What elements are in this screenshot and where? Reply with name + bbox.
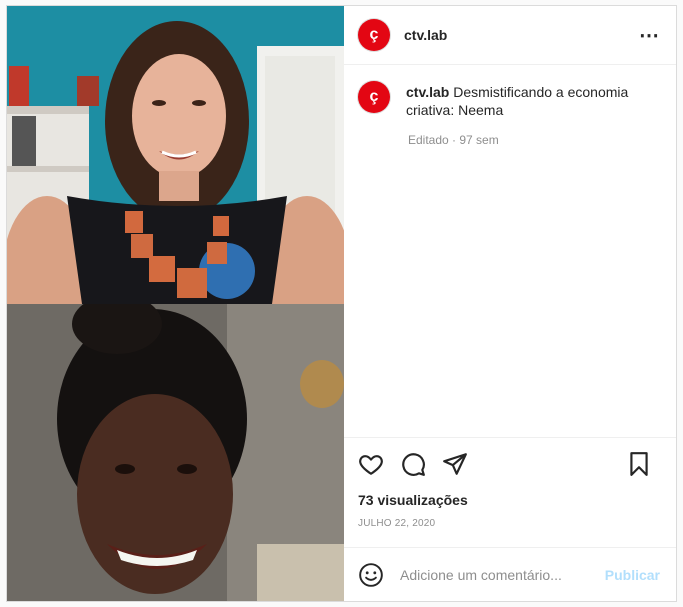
paper-plane-icon[interactable] [442, 451, 468, 477]
caption-meta: Editado · 97 sem [408, 133, 499, 147]
publish-button[interactable]: Publicar [605, 567, 660, 583]
more-options-icon[interactable]: ⋯ [639, 23, 660, 48]
bookmark-icon[interactable] [626, 451, 652, 477]
heart-icon[interactable] [358, 451, 384, 477]
post-date[interactable]: JULHO 22, 2020 [358, 518, 660, 529]
post-header: ç ctv.lab ⋯ [344, 6, 676, 65]
comment-bar: Publicar [344, 547, 676, 601]
caption-area: ç ctv.lab Desmistificando a economia cri… [344, 65, 676, 437]
post-video[interactable] [7, 6, 344, 601]
video-participant-bottom [7, 304, 344, 601]
emoji-icon[interactable] [358, 562, 384, 588]
comment-icon[interactable] [400, 451, 426, 477]
caption-username[interactable]: ctv.lab [406, 84, 449, 100]
author-username[interactable]: ctv.lab [404, 27, 639, 43]
author-avatar[interactable]: ç [358, 19, 390, 51]
action-bar [358, 438, 660, 490]
video-participant-top [7, 6, 344, 304]
comment-input[interactable] [398, 565, 605, 584]
caption: ctv.lab Desmistificando a economia criat… [406, 81, 660, 119]
instagram-post: ç ctv.lab ⋯ ç ctv.lab Desmistificando a … [6, 5, 677, 602]
caption-avatar[interactable]: ç [358, 81, 390, 113]
actions-area: 73 visualizações JULHO 22, 2020 [344, 437, 676, 547]
caption-row: ç ctv.lab Desmistificando a economia cri… [358, 81, 660, 119]
view-count[interactable]: 73 visualizações [358, 492, 660, 508]
post-details-panel: ç ctv.lab ⋯ ç ctv.lab Desmistificando a … [344, 6, 676, 601]
